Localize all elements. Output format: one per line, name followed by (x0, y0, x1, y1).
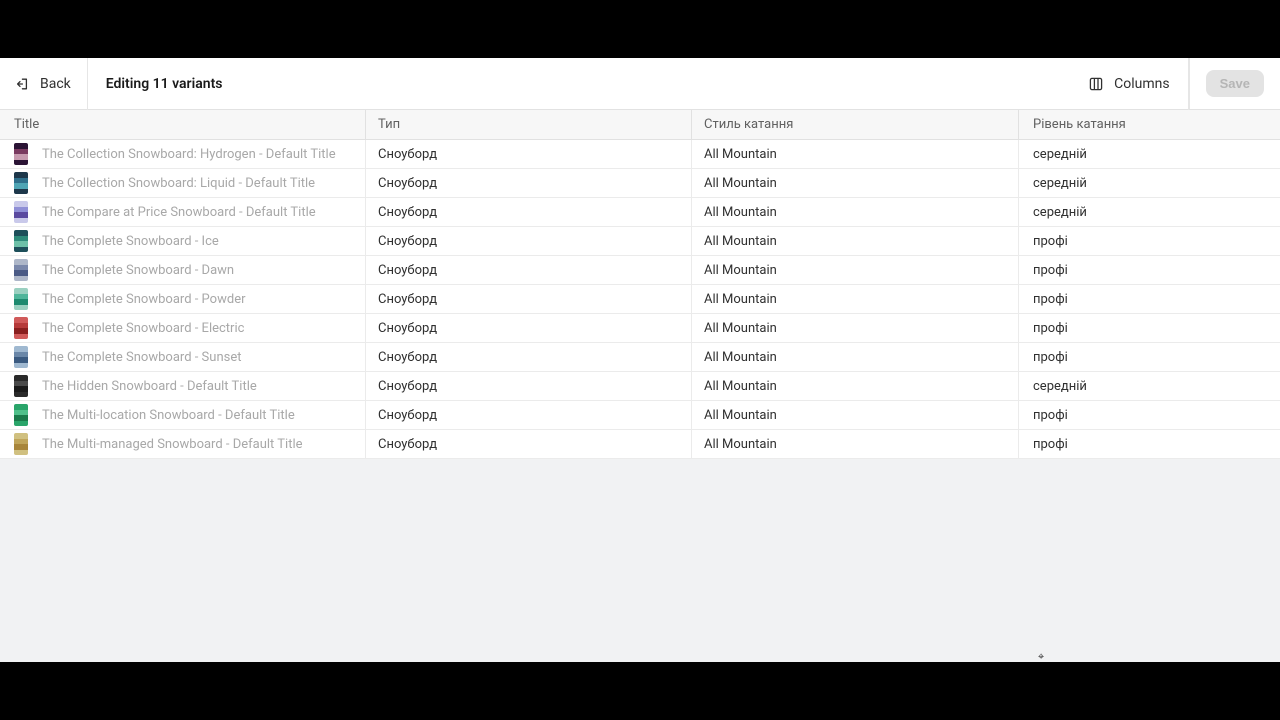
back-label: Back (40, 76, 71, 92)
row-title: The Complete Snowboard - Dawn (42, 263, 234, 278)
row-title: The Compare at Price Snowboard - Default… (42, 205, 316, 220)
cell-style[interactable]: All Mountain (691, 256, 1018, 284)
product-thumbnail (14, 375, 28, 397)
table-row[interactable]: The Complete Snowboard - Electric Сноубо… (0, 314, 1280, 343)
cell-type[interactable]: Сноуборд (365, 169, 691, 197)
app-window: Back Editing 11 variants Columns Save Ti… (0, 58, 1280, 662)
table-row[interactable]: The Compare at Price Snowboard - Default… (0, 198, 1280, 227)
cell-type[interactable]: Сноуборд (365, 285, 691, 313)
row-title: The Complete Snowboard - Ice (42, 234, 219, 249)
row-title: The Complete Snowboard - Powder (42, 292, 246, 307)
product-thumbnail (14, 201, 28, 223)
cell-level[interactable]: профі (1018, 430, 1280, 458)
cell-type[interactable]: Сноуборд (365, 343, 691, 371)
cell-level[interactable]: профі (1018, 227, 1280, 255)
cell-style[interactable]: All Mountain (691, 169, 1018, 197)
product-thumbnail (14, 346, 28, 368)
row-title: The Multi-managed Snowboard - Default Ti… (42, 437, 303, 452)
cell-level[interactable]: профі (1018, 343, 1280, 371)
cell-style[interactable]: All Mountain (691, 314, 1018, 342)
row-title: The Complete Snowboard - Electric (42, 321, 244, 336)
table-row[interactable]: The Complete Snowboard - Sunset Сноуборд… (0, 343, 1280, 372)
row-title: The Multi-location Snowboard - Default T… (42, 408, 295, 423)
cell-style[interactable]: All Mountain (691, 140, 1018, 168)
row-title: The Complete Snowboard - Sunset (42, 350, 241, 365)
cell-type[interactable]: Сноуборд (365, 401, 691, 429)
table-row[interactable]: The Multi-managed Snowboard - Default Ti… (0, 430, 1280, 459)
table-row[interactable]: The Complete Snowboard - Ice Сноуборд Al… (0, 227, 1280, 256)
product-thumbnail (14, 433, 28, 455)
product-thumbnail (14, 288, 28, 310)
cell-level[interactable]: профі (1018, 401, 1280, 429)
cell-style[interactable]: All Mountain (691, 285, 1018, 313)
product-thumbnail (14, 317, 28, 339)
cell-type[interactable]: Сноуборд (365, 198, 691, 226)
cell-level[interactable]: профі (1018, 256, 1280, 284)
cell-level[interactable]: профі (1018, 285, 1280, 313)
cell-style[interactable]: All Mountain (691, 401, 1018, 429)
cell-style[interactable]: All Mountain (691, 343, 1018, 371)
cell-type[interactable]: Сноуборд (365, 314, 691, 342)
cell-level[interactable]: середній (1018, 140, 1280, 168)
cell-type[interactable]: Сноуборд (365, 372, 691, 400)
table-header: Title Тип Стиль катання Рівень катання (0, 110, 1280, 140)
row-title: The Collection Snowboard: Liquid - Defau… (42, 176, 315, 191)
table-row[interactable]: The Collection Snowboard: Hydrogen - Def… (0, 140, 1280, 169)
header-title[interactable]: Title (0, 117, 365, 132)
table-row[interactable]: The Collection Snowboard: Liquid - Defau… (0, 169, 1280, 198)
header-type[interactable]: Тип (365, 110, 691, 139)
row-title: The Hidden Snowboard - Default Title (42, 379, 257, 394)
cell-type[interactable]: Сноуборд (365, 227, 691, 255)
product-thumbnail (14, 230, 28, 252)
save-button[interactable]: Save (1206, 70, 1264, 97)
cell-level[interactable]: середній (1018, 372, 1280, 400)
columns-button[interactable]: Columns (1070, 58, 1187, 109)
top-bar: Back Editing 11 variants Columns Save (0, 58, 1280, 110)
cell-style[interactable]: All Mountain (691, 430, 1018, 458)
back-icon (16, 76, 32, 92)
back-button[interactable]: Back (0, 58, 87, 109)
row-title: The Collection Snowboard: Hydrogen - Def… (42, 147, 336, 162)
cell-level[interactable]: середній (1018, 169, 1280, 197)
table-row[interactable]: The Multi-location Snowboard - Default T… (0, 401, 1280, 430)
cursor-icon: ⌖ (1038, 650, 1046, 658)
table-row[interactable]: The Hidden Snowboard - Default Title Сно… (0, 372, 1280, 401)
cell-style[interactable]: All Mountain (691, 372, 1018, 400)
header-level[interactable]: Рівень катання (1018, 110, 1280, 139)
product-thumbnail (14, 259, 28, 281)
table-body: The Collection Snowboard: Hydrogen - Def… (0, 140, 1280, 459)
page-title: Editing 11 variants (88, 76, 223, 92)
cell-level[interactable]: середній (1018, 198, 1280, 226)
product-thumbnail (14, 143, 28, 165)
table-row[interactable]: The Complete Snowboard - Powder Сноуборд… (0, 285, 1280, 314)
columns-label: Columns (1114, 76, 1169, 92)
product-thumbnail (14, 172, 28, 194)
cell-level[interactable]: профі (1018, 314, 1280, 342)
product-thumbnail (14, 404, 28, 426)
cell-type[interactable]: Сноуборд (365, 256, 691, 284)
cell-style[interactable]: All Mountain (691, 198, 1018, 226)
table-row[interactable]: The Complete Snowboard - Dawn Сноуборд A… (0, 256, 1280, 285)
header-style[interactable]: Стиль катання (691, 110, 1018, 139)
cell-type[interactable]: Сноуборд (365, 430, 691, 458)
columns-icon (1088, 76, 1104, 92)
cell-style[interactable]: All Mountain (691, 227, 1018, 255)
cell-type[interactable]: Сноуборд (365, 140, 691, 168)
